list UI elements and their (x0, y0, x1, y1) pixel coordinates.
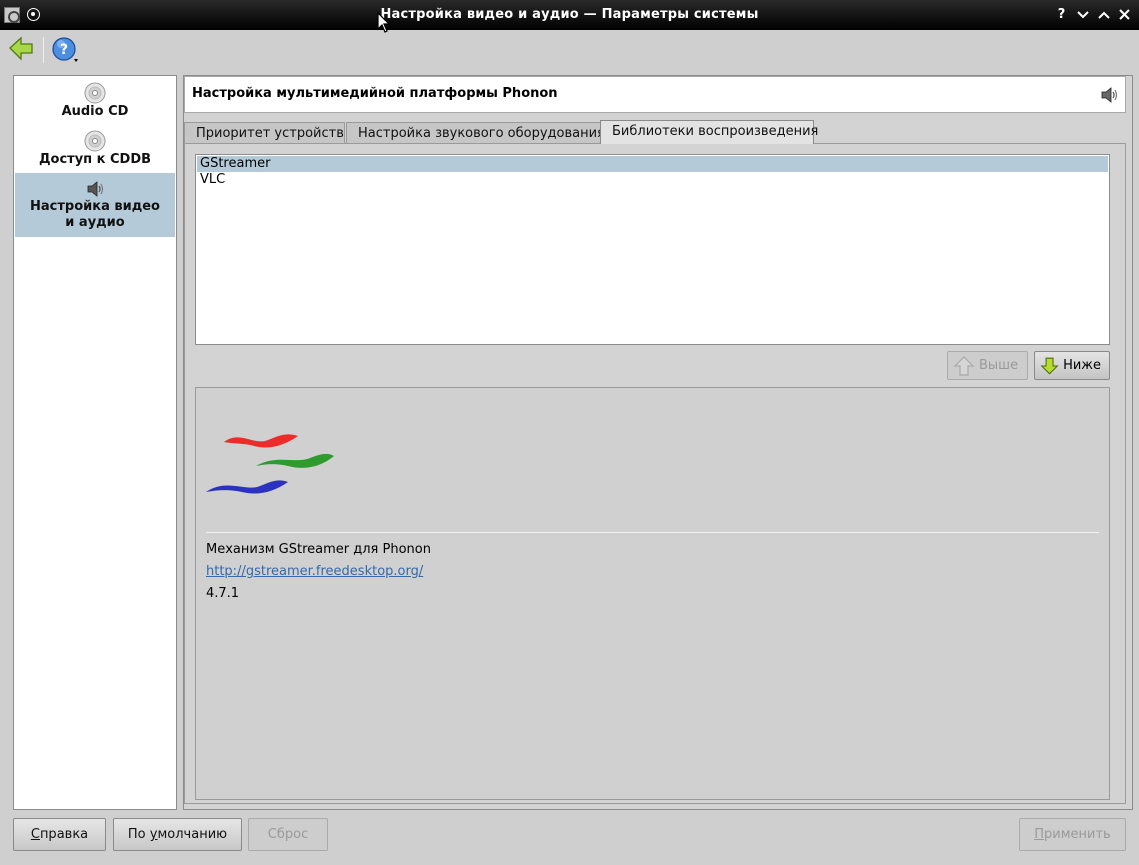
speaker-icon (1101, 87, 1118, 103)
arrow-down-icon (1040, 357, 1059, 375)
sidebar-item-label: и аудио (65, 215, 125, 230)
tab-audio-hardware[interactable]: Настройка звукового оборудования (346, 122, 605, 144)
speaker-icon (87, 181, 104, 197)
defaults-button[interactable]: По умолчанию (113, 818, 242, 851)
minimize-button[interactable] (1074, 6, 1091, 23)
help-icon: ? (52, 37, 78, 62)
module-sidebar: Audio CD Доступ к CDDB Настройка видео и… (13, 75, 177, 810)
sidebar-item-video-audio[interactable]: Настройка видео и аудио (15, 173, 175, 237)
list-item[interactable]: VLC (197, 172, 1108, 188)
list-item[interactable]: GStreamer (197, 156, 1108, 172)
window-title: Настройка видео и аудио — Параметры сист… (380, 7, 759, 22)
tab-device-priority[interactable]: Приоритет устройств (184, 122, 345, 144)
defaults-label-pre: По (127, 827, 150, 842)
close-icon (1119, 9, 1130, 20)
move-down-button[interactable]: Ниже (1034, 351, 1110, 380)
help-menu-button[interactable]: ? (50, 35, 80, 65)
gstreamer-logo-icon (206, 434, 334, 494)
move-up-label: Выше (979, 358, 1019, 373)
apply-mnemonic: П (1034, 827, 1045, 842)
sidebar-item-label: Доступ к CDDB (38, 152, 152, 167)
backend-url-link[interactable]: http://gstreamer.freedesktop.org/ (206, 564, 423, 579)
backend-list[interactable]: GStreamer VLC (195, 154, 1110, 345)
window-controls: ? (1053, 6, 1133, 23)
toolbar: ? (0, 30, 1139, 70)
apply-label: рименить (1044, 827, 1111, 842)
maximize-button[interactable] (1095, 6, 1112, 23)
sidebar-item-label: Настройка видео (30, 199, 160, 214)
svg-text:?: ? (60, 42, 68, 58)
close-button[interactable] (1116, 6, 1133, 23)
chevron-up-icon (1097, 11, 1110, 19)
title-bar[interactable]: Настройка видео и аудио — Параметры сист… (0, 0, 1139, 30)
backend-name: Механизм GStreamer для Phonon (206, 542, 431, 557)
mouse-cursor-icon (377, 12, 391, 33)
backends-panel: GStreamer VLC Выше Ниже Механизм GStream… (184, 143, 1126, 804)
backend-info: Механизм GStreamer для Phonon http://gst… (195, 387, 1110, 800)
chevron-down-icon (1076, 10, 1089, 18)
help-button[interactable]: Справка (13, 818, 106, 851)
help-mnemonic: С (30, 827, 40, 842)
cd-icon (84, 130, 106, 152)
arrow-up-icon (953, 355, 975, 376)
page-title: Настройка мультимедийной платформы Phono… (192, 86, 558, 101)
toolbar-separator (43, 37, 44, 63)
tab-backends[interactable]: Библиотеки воспроизведения (600, 120, 818, 144)
sidebar-item-audio-cd[interactable]: Audio CD (15, 82, 175, 120)
module-header: Настройка мультимедийной платформы Phono… (184, 76, 1126, 113)
back-button[interactable] (7, 35, 37, 65)
move-up-button[interactable]: Выше (947, 351, 1028, 380)
apply-button[interactable]: Применить (1019, 818, 1126, 851)
main-panel: Настройка мультимедийной платформы Phono… (183, 75, 1133, 810)
help-label: правка (39, 827, 89, 842)
sidebar-item-label: Audio CD (61, 104, 129, 119)
back-arrow-icon (9, 36, 33, 61)
sidebar-item-cddb[interactable]: Доступ к CDDB (15, 130, 175, 168)
defaults-label: молчанию (157, 827, 228, 842)
move-down-label: Ниже (1063, 358, 1101, 373)
divider (206, 532, 1099, 533)
help-window-button[interactable]: ? (1053, 6, 1070, 23)
reset-button[interactable]: Сброс (248, 818, 328, 851)
cd-icon (84, 82, 106, 104)
backend-version: 4.7.1 (206, 586, 240, 601)
